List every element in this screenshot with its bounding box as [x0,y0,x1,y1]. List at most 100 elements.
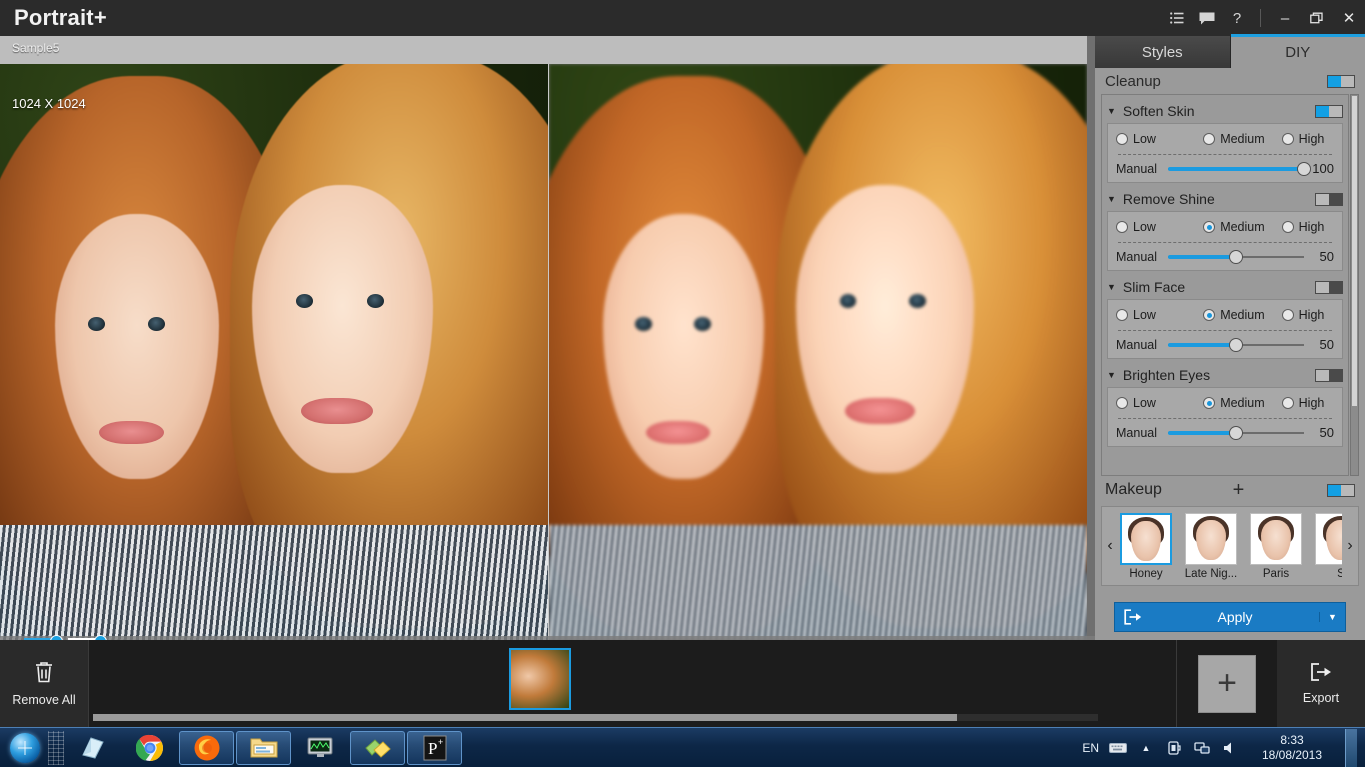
start-button[interactable] [2,730,48,766]
radio-medium[interactable]: Medium [1203,308,1281,322]
filmstrip-scrollbar[interactable] [93,714,1098,721]
feedback-icon[interactable] [1192,0,1222,36]
group-toggle[interactable] [1315,368,1343,382]
group-header[interactable]: ▼ Soften Skin [1107,99,1343,123]
filmstrip-track[interactable] [88,640,1177,727]
restore-button[interactable] [1301,0,1333,36]
cleanup-scrollbar[interactable] [1350,94,1359,476]
list-icon[interactable] [1162,0,1192,36]
radio-low[interactable]: Low [1116,308,1203,322]
makeup-toggle[interactable] [1326,483,1355,497]
manual-label: Manual [1116,249,1157,264]
manual-slider[interactable] [1168,425,1304,440]
divider [1260,9,1261,27]
chevron-down-icon: ▼ [1107,370,1116,380]
network-icon[interactable] [1193,739,1211,757]
compare-divider[interactable] [548,64,549,640]
radio-medium[interactable]: Medium [1203,396,1281,410]
radio-label: Medium [1220,132,1265,146]
scrollbar-thumb[interactable] [1352,96,1357,406]
taskbar-sticky-notes-app[interactable] [350,730,405,765]
group-header[interactable]: ▼ Slim Face [1107,275,1343,299]
group-body: Low Medium High Manual 50 [1107,299,1343,359]
makeup-preset[interactable]: Paris [1248,512,1304,580]
filmstrip-thumbnail[interactable] [509,648,571,710]
taskbar-portrait-plus-app[interactable]: P + [407,730,462,765]
title-bar: Portrait+ ? – ✕ [0,0,1365,36]
show-hidden-icons-icon[interactable]: ▲ [1137,739,1155,757]
apply-dropdown-icon[interactable]: ▼ [1319,612,1345,622]
manual-slider[interactable] [1168,249,1304,264]
preset-label: Paris [1262,567,1290,580]
group-remove-shine: ▼ Remove Shine Low Medium High Manual 50 [1107,187,1343,271]
group-toggle[interactable] [1315,104,1343,118]
face-thumbnail-1[interactable] [24,635,63,640]
group-header[interactable]: ▼ Remove Shine [1107,187,1343,211]
radio-low[interactable]: Low [1116,220,1203,234]
chevron-down-icon: ▼ [1107,106,1116,116]
window-controls: ? – ✕ [1162,0,1365,36]
image-dimensions: 1024 X 1024 [12,96,86,111]
svg-text:+: + [438,737,443,747]
cleanup-toggle[interactable] [1327,74,1355,88]
right-panel: Styles DIY Cleanup ▼ Soften Skin Low Med… [1095,34,1365,640]
help-icon[interactable]: ? [1222,0,1252,36]
taskbar-notepad-app[interactable] [65,731,120,765]
keyboard-icon[interactable] [1109,739,1127,757]
prev-preset-icon[interactable]: ‹ [1102,537,1118,555]
cleanup-title: Cleanup [1105,72,1161,90]
close-button[interactable]: ✕ [1333,0,1365,36]
minimize-button[interactable]: – [1269,0,1301,36]
after-pane[interactable] [549,64,1087,640]
radio-high[interactable]: High [1281,132,1334,146]
manual-label: Manual [1116,161,1157,176]
makeup-preset[interactable]: Late Nig... [1183,512,1239,580]
divider [1118,154,1332,155]
makeup-preset[interactable]: Honey [1118,512,1174,580]
manual-label: Manual [1116,337,1157,352]
taskbar-clock[interactable]: 8:33 18/08/2013 [1249,733,1335,763]
tray-language[interactable]: EN [1082,741,1099,755]
radio-low[interactable]: Low [1116,396,1203,410]
cleanup-scroll-wrapper: ▼ Soften Skin Low Medium High Manual 100… [1101,94,1359,476]
radio-medium[interactable]: Medium [1203,132,1281,146]
face-thumbnail-2[interactable] [68,635,107,640]
divider [1118,418,1332,419]
group-header[interactable]: ▼ Brighten Eyes [1107,363,1343,387]
radio-high[interactable]: High [1281,308,1334,322]
taskbar-chrome-app[interactable] [122,731,177,765]
group-body: Low Medium High Manual 50 [1107,387,1343,447]
add-photo-button[interactable]: + [1177,640,1277,727]
taskbar-firefox-app[interactable] [179,730,234,765]
makeup-preset[interactable]: S [1313,512,1342,580]
radio-medium[interactable]: Medium [1203,220,1281,234]
group-title: Remove Shine [1122,191,1215,207]
apply-button[interactable]: Apply ▼ [1114,602,1346,632]
volume-icon[interactable] [1221,739,1239,757]
image-viewer[interactable]: Sample5 1024 X 1024 [0,36,1095,640]
taskbar-explorer-app[interactable] [236,730,291,765]
export-button[interactable]: Export [1277,640,1365,727]
tab-diy[interactable]: DIY [1230,34,1365,68]
group-toggle[interactable] [1315,192,1343,206]
radio-high[interactable]: High [1281,396,1334,410]
manual-value: 50 [1319,425,1334,440]
group-toggle[interactable] [1315,280,1343,294]
power-icon[interactable] [1165,739,1183,757]
remove-all-button[interactable]: Remove All [0,640,88,727]
radio-low[interactable]: Low [1116,132,1203,146]
manual-slider[interactable] [1168,161,1311,176]
chevron-down-icon: ▼ [1107,194,1116,204]
image-info-bar: Sample5 [0,36,1087,64]
radio-high[interactable]: High [1281,220,1334,234]
group-body: Low Medium High Manual 50 [1107,211,1343,271]
taskbar-monitor-app[interactable] [293,731,348,765]
show-desktop-button[interactable] [1345,728,1357,767]
tab-styles[interactable]: Styles [1095,36,1231,68]
before-pane[interactable] [0,64,548,640]
viewer-toolbar: B|A 1:1 [0,635,1095,640]
windows-taskbar: P + EN ▲ 8:33 18/08/2013 [0,727,1365,767]
add-makeup-icon[interactable]: + [1233,480,1245,500]
manual-slider[interactable] [1168,337,1304,352]
next-preset-icon[interactable]: › [1342,537,1358,555]
